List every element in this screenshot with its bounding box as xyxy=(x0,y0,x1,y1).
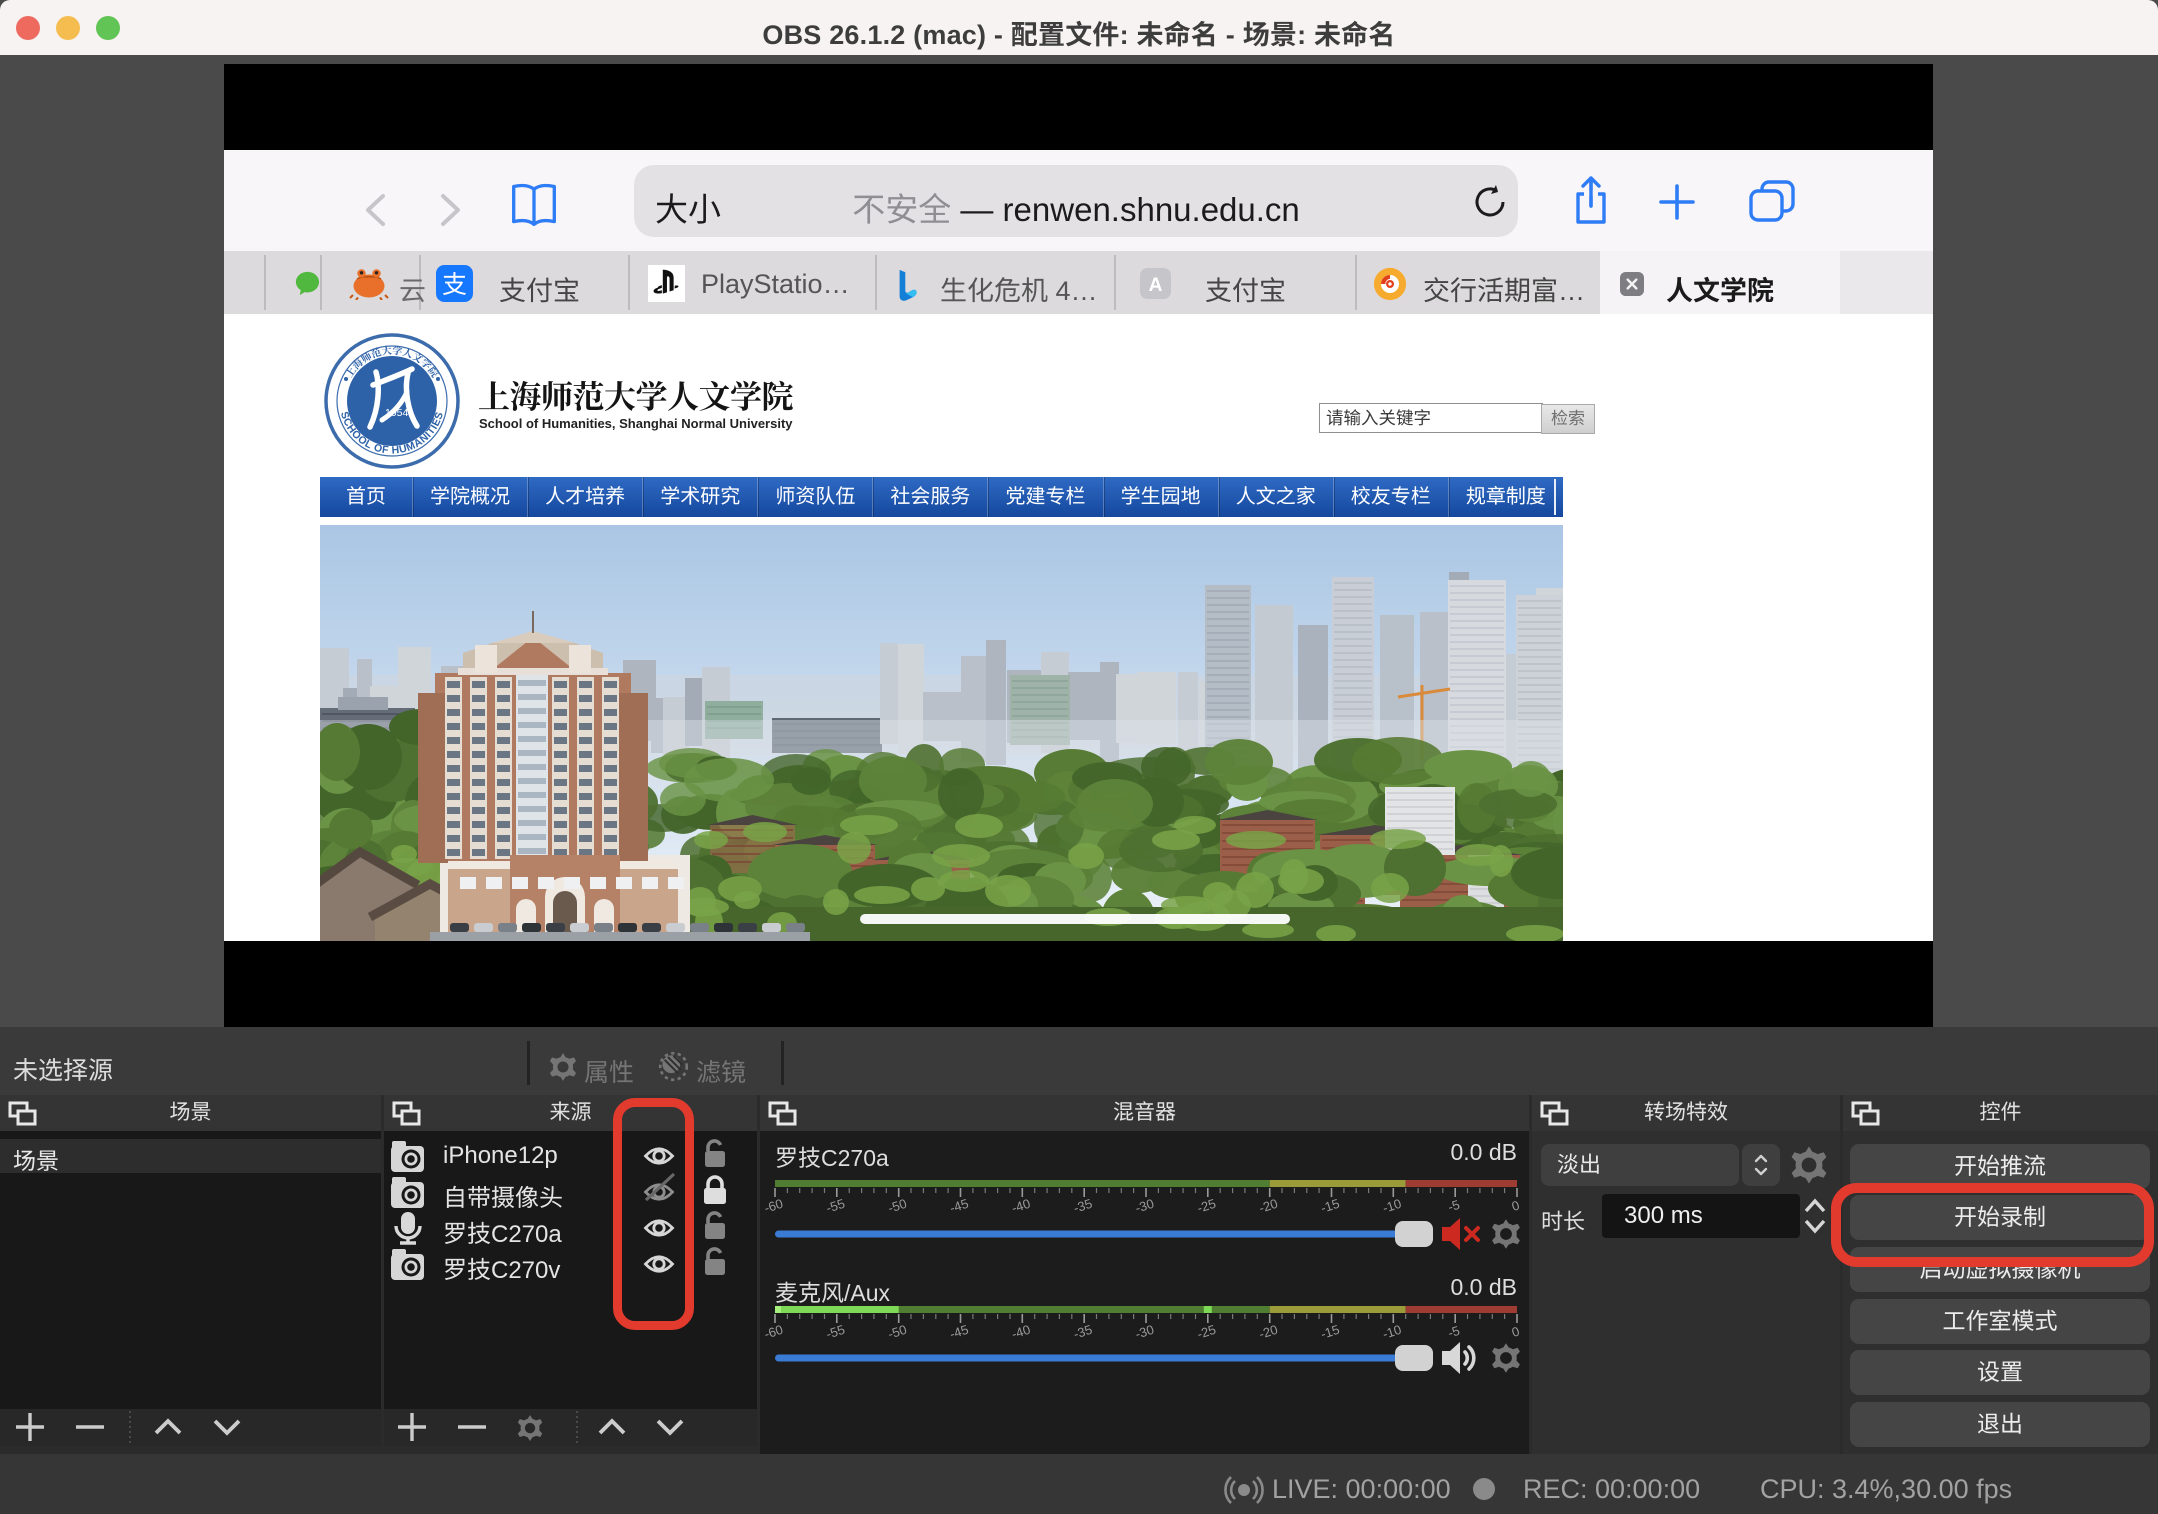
svg-text:支: 支 xyxy=(442,265,467,301)
svg-text:1954: 1954 xyxy=(385,407,409,419)
svg-text:A: A xyxy=(1149,275,1163,296)
